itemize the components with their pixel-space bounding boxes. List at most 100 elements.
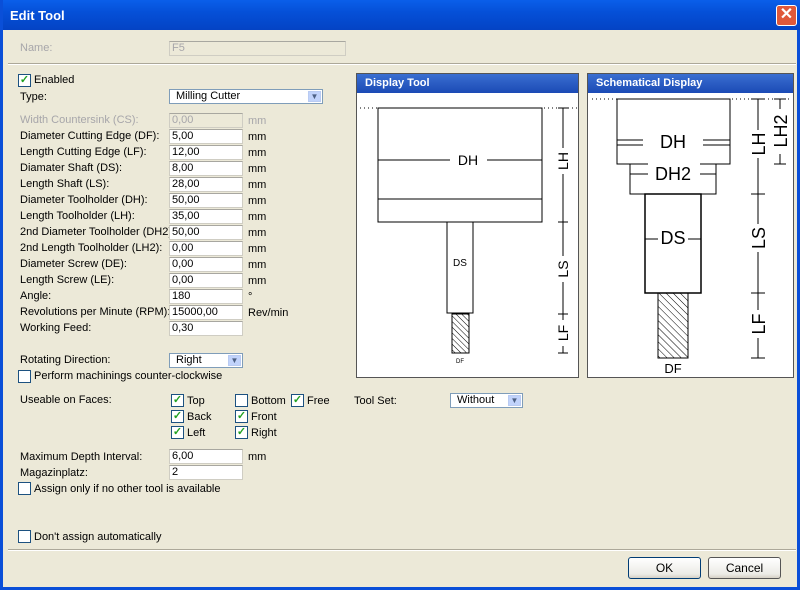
divider	[8, 549, 796, 551]
depth-unit: mm	[248, 451, 267, 463]
type-value: Milling Cutter	[176, 90, 241, 102]
field-label: Diameter Screw (DE):	[20, 258, 127, 270]
field-input[interactable]: 15000,00	[169, 305, 243, 320]
ls-label: LS	[555, 260, 571, 277]
df-label: DF	[664, 361, 681, 376]
dont-assign-checkbox[interactable]	[18, 530, 31, 543]
lf-label: LF	[555, 325, 571, 341]
assign-only-label: Assign only if no other tool is availabl…	[34, 483, 221, 495]
chevron-down-icon[interactable]: ▼	[228, 355, 241, 366]
field-unit: mm	[248, 163, 267, 175]
ok-button[interactable]: OK	[628, 557, 701, 579]
ls-label: LS	[749, 227, 769, 249]
schematic-drawing: DH DH2 DS DF LH LH2 LS LF	[592, 98, 792, 376]
field-unit: mm	[248, 259, 267, 271]
field-unit: mm	[248, 227, 267, 239]
lf-label: LF	[749, 313, 769, 334]
ds-label: DS	[660, 228, 685, 248]
lh2-label: LH2	[771, 114, 791, 147]
rotating-select[interactable]: Right ▼	[169, 353, 243, 368]
field-input[interactable]: 50,00	[169, 225, 243, 240]
magazin-label: Magazinplatz:	[20, 467, 88, 479]
name-label: Name:	[20, 42, 53, 54]
ccw-checkbox[interactable]	[18, 370, 31, 383]
field-unit: mm	[248, 275, 267, 287]
window-title: Edit Tool	[10, 8, 65, 23]
field-input[interactable]: 0,00	[169, 241, 243, 256]
assign-only-checkbox[interactable]	[18, 482, 31, 495]
field-input[interactable]: 0,00	[169, 113, 243, 128]
field-unit: mm	[248, 179, 267, 191]
face-label: Free	[307, 395, 330, 407]
lh-label: LH	[749, 132, 769, 155]
chevron-down-icon[interactable]: ▼	[508, 395, 521, 406]
face-checkbox[interactable]	[235, 394, 248, 407]
field-label: Diameter Cutting Edge (DF):	[20, 130, 160, 142]
close-icon[interactable]: ✕	[776, 5, 797, 26]
faces-label: Useable on Faces:	[20, 394, 112, 406]
face-checkbox[interactable]: ✓	[235, 426, 248, 439]
field-unit: mm	[248, 115, 267, 127]
field-input[interactable]: 5,00	[169, 129, 243, 144]
field-unit: mm	[248, 131, 267, 143]
schematic-panel: Schematical Display DH DH2 DS DF LH LH2 …	[587, 73, 794, 378]
face-label: Right	[251, 427, 277, 439]
field-label: Length Toolholder (LH):	[20, 210, 135, 222]
field-label: Width Countersink (CS):	[20, 114, 139, 126]
title-bar: Edit Tool ✕	[3, 0, 800, 30]
field-label: 2nd Diameter Toolholder (DH2):	[20, 226, 176, 238]
field-input[interactable]: 35,00	[169, 209, 243, 224]
field-unit: Rev/min	[248, 307, 289, 319]
field-label: 2nd Length Toolholder (LH2):	[20, 242, 163, 254]
cancel-button[interactable]: Cancel	[708, 557, 781, 579]
field-input[interactable]: 180	[169, 289, 243, 304]
face-checkbox[interactable]: ✓	[235, 410, 248, 423]
divider	[8, 63, 796, 65]
field-input[interactable]: 12,00	[169, 145, 243, 160]
edit-tool-dialog: Edit Tool ✕ Name: F5 ✓ Enabled Type: Mil…	[0, 0, 800, 590]
enabled-checkbox[interactable]: ✓	[18, 74, 31, 87]
type-label: Type:	[20, 91, 47, 103]
magazin-input[interactable]: 2	[169, 465, 243, 480]
face-checkbox[interactable]: ✓	[171, 410, 184, 423]
depth-label: Maximum Depth Interval:	[20, 451, 143, 463]
field-input[interactable]: 8,00	[169, 161, 243, 176]
face-checkbox[interactable]: ✓	[291, 394, 304, 407]
field-label: Diamater Shaft (DS):	[20, 162, 123, 174]
field-input[interactable]: 50,00	[169, 193, 243, 208]
type-select[interactable]: Milling Cutter ▼	[169, 89, 323, 104]
field-label: Angle:	[20, 290, 52, 302]
field-input[interactable]: 0,30	[169, 321, 243, 336]
ccw-label: Perform machinings counter-clockwise	[34, 370, 223, 382]
face-label: Front	[251, 411, 277, 423]
field-label: Diameter Toolholder (DH):	[20, 194, 148, 206]
toolset-label: Tool Set:	[354, 395, 397, 407]
display-tool-drawing: DH DS DF LH LS LF	[360, 107, 577, 365]
face-label: Top	[187, 395, 205, 407]
dh-label: DH	[458, 152, 478, 168]
toolset-select[interactable]: Without ▼	[450, 393, 523, 408]
dh-label: DH	[660, 132, 686, 152]
field-label: Revolutions per Minute (RPM):	[20, 306, 171, 318]
field-input[interactable]: 0,00	[169, 273, 243, 288]
df-label: DF	[456, 359, 464, 365]
field-label: Length Cutting Edge (LF):	[20, 146, 147, 158]
face-checkbox[interactable]: ✓	[171, 426, 184, 439]
field-label: Length Screw (LE):	[20, 274, 115, 286]
depth-input[interactable]: 6,00	[169, 449, 243, 464]
face-label: Left	[187, 427, 206, 439]
field-unit: mm	[248, 211, 267, 223]
name-input[interactable]: F5	[169, 41, 346, 56]
dont-assign-label: Don't assign automatically	[34, 531, 162, 543]
lh-label: LH	[555, 152, 571, 170]
face-label: Back	[187, 411, 212, 423]
field-unit: mm	[248, 243, 267, 255]
field-unit: mm	[248, 147, 267, 159]
rotating-value: Right	[176, 354, 202, 366]
field-input[interactable]: 28,00	[169, 177, 243, 192]
face-label: Bottom	[251, 395, 286, 407]
ds-label: DS	[453, 258, 467, 269]
face-checkbox[interactable]: ✓	[171, 394, 184, 407]
chevron-down-icon[interactable]: ▼	[308, 91, 321, 102]
field-input[interactable]: 0,00	[169, 257, 243, 272]
